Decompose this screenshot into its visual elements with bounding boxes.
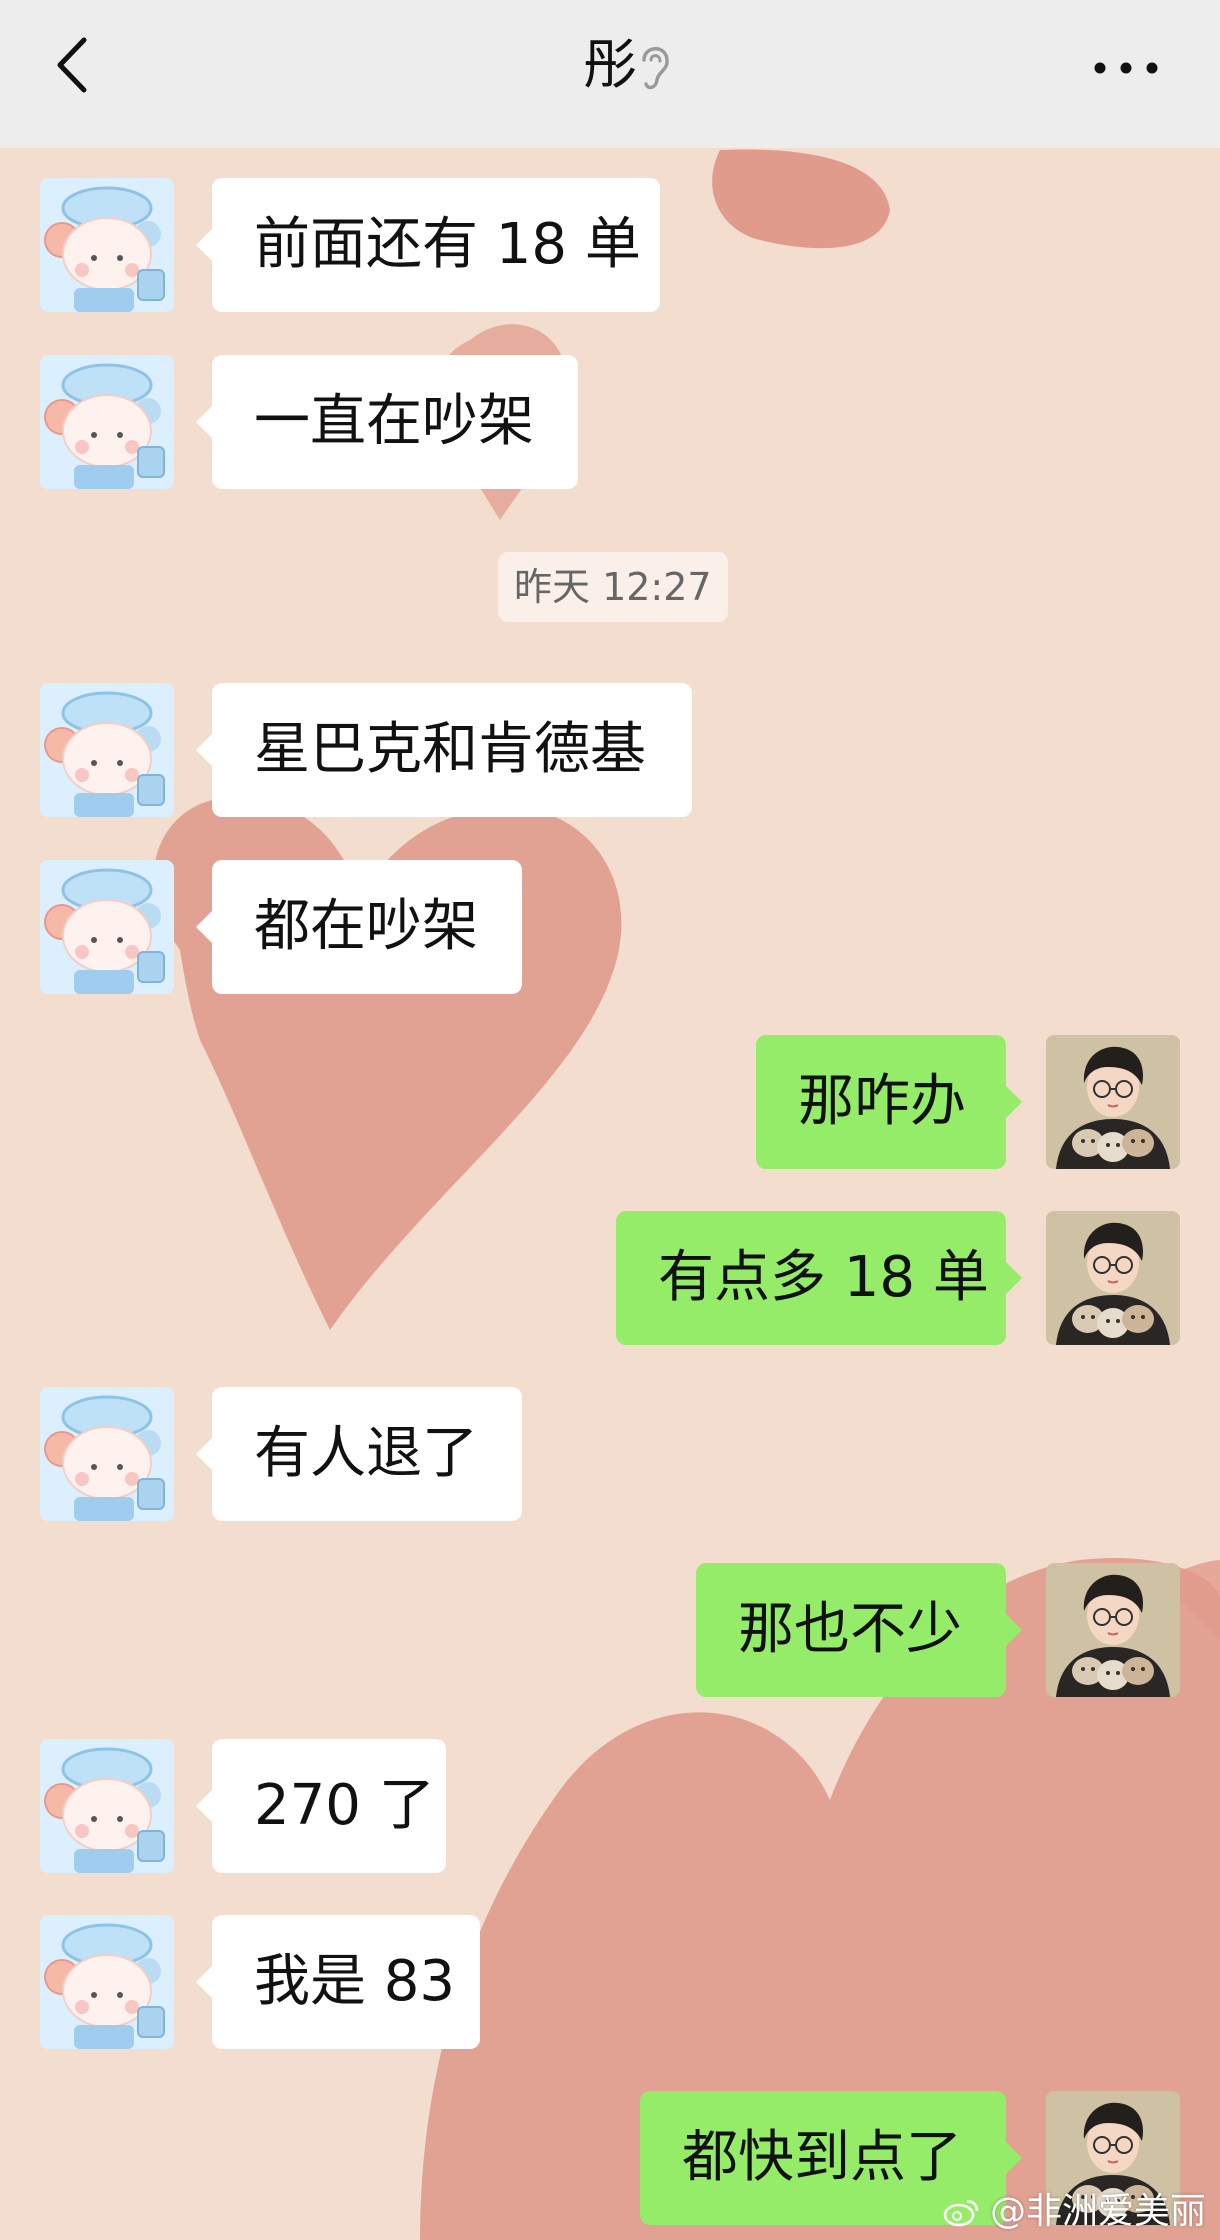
outgoing-message-bubble[interactable]: 那也不少 [696,1563,1022,1697]
message-row: 前面还有 18 单 [0,178,1220,314]
contact-avatar[interactable] [40,860,174,994]
outgoing-message-bubble[interactable]: 那咋办 [756,1035,1022,1169]
outgoing-message-bubble[interactable]: 有点多 18 单 [616,1211,1022,1345]
message-timestamp: 昨天 12:27 [498,552,728,622]
incoming-message-bubble[interactable]: 前面还有 18 单 [196,178,660,312]
chat-header: 彤 [0,0,1220,148]
user-avatar[interactable] [1046,1563,1180,1697]
contact-avatar[interactable] [40,1915,174,2049]
message-row: 那也不少 [0,1563,1220,1699]
contact-avatar[interactable] [40,355,174,489]
message-row: 那咋办 [0,1035,1220,1171]
message-row: 有点多 18 单 [0,1211,1220,1347]
watermark-text: @非洲爱美丽 [989,2191,1206,2232]
message-row: 都在吵架 [0,860,1220,996]
contact-avatar[interactable] [40,1739,174,1873]
chat-title: 彤 [583,33,637,96]
message-row: 我是 83 [0,1915,1220,2051]
incoming-message-bubble[interactable]: 有人退了 [196,1387,522,1521]
message-row: 星巴克和肯德基 [0,683,1220,819]
incoming-message-bubble[interactable]: 星巴克和肯德基 [196,683,692,817]
message-row: 270 了 [0,1739,1220,1875]
incoming-message-bubble[interactable]: 270 了 [196,1739,446,1873]
ear-icon [642,47,669,90]
message-row: 一直在吵架 [0,355,1220,491]
contact-avatar[interactable] [40,1387,174,1521]
more-dots-icon[interactable] [1090,48,1162,88]
incoming-message-bubble[interactable]: 一直在吵架 [196,355,578,489]
contact-avatar[interactable] [40,178,174,312]
incoming-message-bubble[interactable]: 我是 83 [196,1915,480,2049]
incoming-message-bubble[interactable]: 都在吵架 [196,860,522,994]
weibo-icon [943,2199,978,2227]
watermark: @非洲爱美丽 [943,2182,1206,2234]
contact-avatar[interactable] [40,683,174,817]
message-row: 有人退了 [0,1387,1220,1523]
user-avatar[interactable] [1046,1211,1180,1345]
user-avatar[interactable] [1046,1035,1180,1169]
